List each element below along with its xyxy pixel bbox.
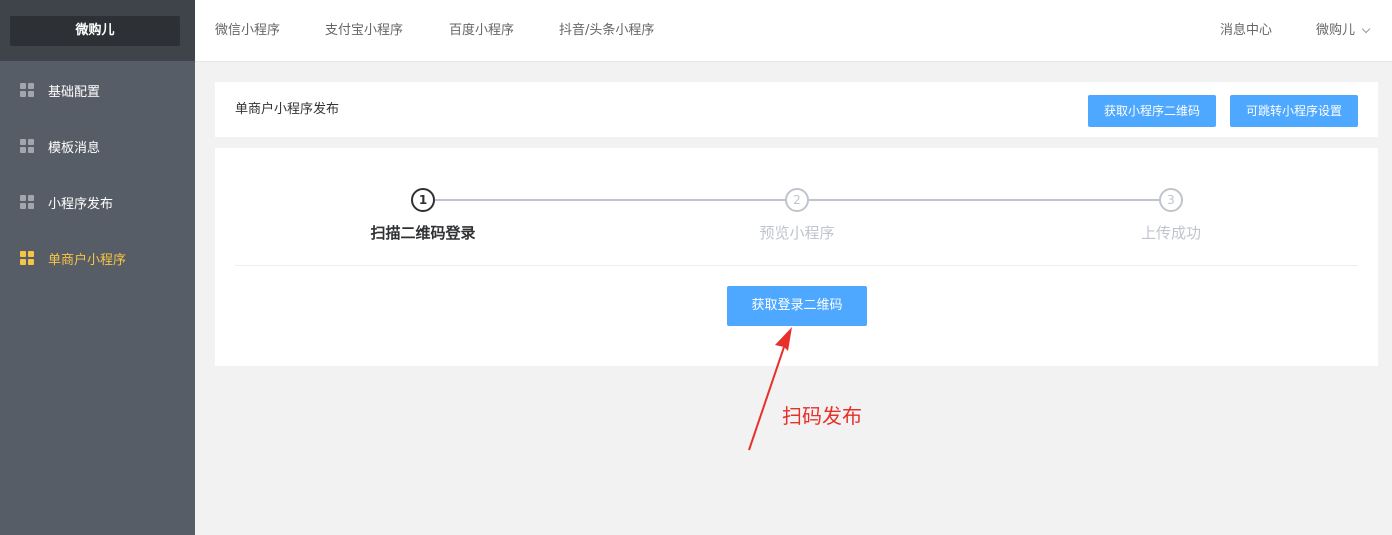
chevron-down-icon bbox=[1361, 24, 1371, 34]
user-menu[interactable]: 微购儿 bbox=[1316, 0, 1371, 62]
step-1-label: 扫描二维码登录 bbox=[370, 224, 476, 242]
grid-icon bbox=[20, 251, 34, 265]
brand-logo[interactable]: 微购儿 bbox=[10, 16, 180, 46]
get-login-qrcode-button[interactable]: 获取登录二维码 bbox=[727, 286, 867, 326]
user-name: 微购儿 bbox=[1316, 23, 1356, 38]
tab-douyin[interactable]: 抖音/头条小程序 bbox=[559, 0, 654, 62]
sidebar-header: 微购儿 bbox=[0, 0, 195, 61]
step-3-number: 3 bbox=[1159, 188, 1183, 212]
step-connector bbox=[809, 199, 1170, 201]
sidebar-item-label: 小程序发布 bbox=[48, 196, 114, 212]
top-header: 微信小程序 支付宝小程序 百度小程序 抖音/头条小程序 消息中心 微购儿 bbox=[195, 0, 1392, 62]
step-1-number: 1 bbox=[411, 188, 435, 212]
tab-baidu[interactable]: 百度小程序 bbox=[449, 0, 514, 62]
grid-icon bbox=[20, 83, 34, 97]
sidebar-item-basic-config[interactable]: 基础配置 bbox=[0, 62, 195, 118]
step-connector bbox=[435, 199, 796, 201]
title-card: 单商户小程序发布 获取小程序二维码 可跳转小程序设置 bbox=[215, 82, 1378, 137]
grid-icon bbox=[20, 195, 34, 209]
divider bbox=[235, 265, 1358, 266]
step-2-number: 2 bbox=[785, 188, 809, 212]
annotation-arrow-icon bbox=[748, 327, 792, 451]
sidebar: 微购儿 基础配置 模板消息 小程序发布 单商户小程序 bbox=[0, 0, 195, 535]
annotation-text: 扫码发布 bbox=[782, 404, 862, 428]
jump-miniprogram-settings-button[interactable]: 可跳转小程序设置 bbox=[1230, 95, 1358, 127]
sidebar-item-label: 基础配置 bbox=[48, 84, 101, 100]
page-title: 单商户小程序发布 bbox=[235, 102, 340, 117]
message-center-link[interactable]: 消息中心 bbox=[1220, 0, 1272, 62]
sidebar-item-template-message[interactable]: 模板消息 bbox=[0, 118, 195, 174]
sidebar-item-miniprogram-publish[interactable]: 小程序发布 bbox=[0, 174, 195, 230]
step-2-label: 预览小程序 bbox=[759, 224, 835, 242]
sidebar-item-single-merchant[interactable]: 单商户小程序 bbox=[0, 230, 195, 286]
sidebar-item-label: 模板消息 bbox=[48, 140, 101, 156]
get-miniprogram-qrcode-button[interactable]: 获取小程序二维码 bbox=[1088, 95, 1216, 127]
step-3-label: 上传成功 bbox=[1140, 224, 1201, 242]
tab-alipay[interactable]: 支付宝小程序 bbox=[325, 0, 403, 62]
grid-icon bbox=[20, 139, 34, 153]
tab-wechat[interactable]: 微信小程序 bbox=[215, 0, 280, 62]
sidebar-item-label: 单商户小程序 bbox=[48, 252, 127, 268]
